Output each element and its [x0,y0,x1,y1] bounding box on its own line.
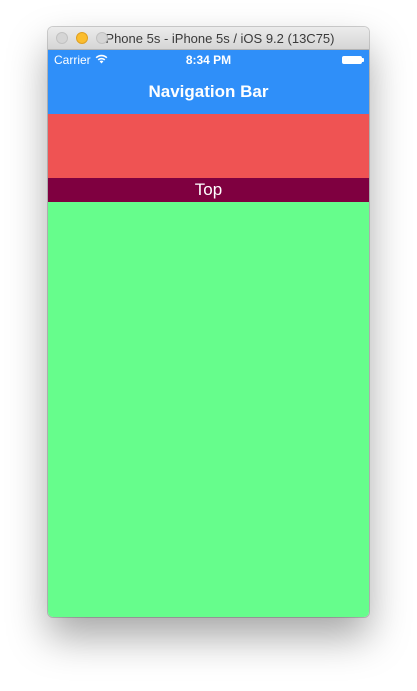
device-screen: Carrier 8:34 PM Navigation Bar Top [48,50,369,617]
red-view [48,114,369,178]
window-titlebar[interactable]: iPhone 5s - iPhone 5s / iOS 9.2 (13C75) [48,27,369,50]
top-label: Top [194,180,223,199]
navigation-bar: Navigation Bar [48,70,369,114]
window-title: iPhone 5s - iPhone 5s / iOS 9.2 (13C75) [102,30,335,46]
minimize-button[interactable] [76,32,88,44]
top-label-bar: Top [48,178,369,202]
window-controls [56,32,108,44]
status-time: 8:34 PM [185,53,232,67]
green-view [48,202,369,617]
navigation-title: Navigation Bar [148,82,269,101]
close-button[interactable] [56,32,68,44]
zoom-button[interactable] [96,32,108,44]
battery-icon [342,56,364,64]
status-bar: Carrier 8:34 PM [48,50,369,70]
simulator-window: iPhone 5s - iPhone 5s / iOS 9.2 (13C75) … [48,27,369,617]
